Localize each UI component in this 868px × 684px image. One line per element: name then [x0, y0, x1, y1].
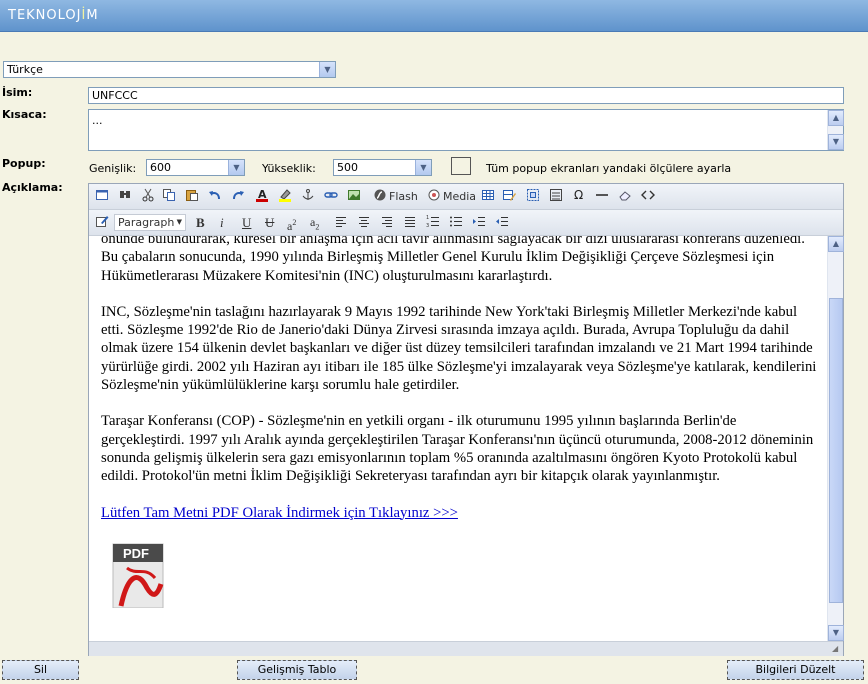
highlight-icon[interactable]	[278, 188, 292, 205]
scroll-up-icon[interactable]: ▲	[828, 236, 844, 252]
editor-vertical-scrollbar[interactable]: ▲ ▼	[827, 236, 844, 641]
content-paragraph: önünde bulundurarak, küresel bir anlaşma…	[101, 236, 805, 284]
width-label: Genişlik:	[89, 162, 137, 175]
cut-icon[interactable]	[141, 188, 155, 205]
width-select[interactable]: 600 ▼	[146, 159, 245, 176]
strikethrough-icon[interactable]: U	[265, 214, 274, 231]
pdf-download-link[interactable]: Lütfen Tam Metni PDF Olarak İndirmek içi…	[101, 505, 458, 521]
content-paragraph: Taraşar Konferansı (COP) - Sözleşme'nin …	[101, 413, 814, 485]
short-textarea[interactable]: ... ▲ ▼	[88, 109, 844, 151]
name-input[interactable]: UNFCCC	[88, 87, 844, 104]
chevron-down-icon: ▼	[415, 160, 431, 175]
name-label: İsim:	[2, 86, 33, 99]
language-select-value: Türkçe	[7, 63, 43, 76]
editor-resize-bar[interactable]: ◢	[89, 641, 843, 656]
visual-aid-icon[interactable]	[526, 188, 540, 205]
horizontal-rule-icon[interactable]	[595, 188, 609, 205]
undo-icon[interactable]	[208, 188, 222, 205]
chevron-down-icon: ▼	[319, 62, 335, 77]
styles-icon[interactable]	[95, 214, 109, 231]
table-edit-icon[interactable]	[502, 188, 516, 205]
layer-icon[interactable]	[549, 188, 563, 205]
popup-label: Popup:	[2, 157, 46, 170]
language-select[interactable]: Türkçe ▼	[3, 61, 336, 78]
table-icon[interactable]	[481, 188, 495, 205]
short-textarea-value: ...	[92, 114, 103, 127]
format-select[interactable]: Paragraph ▼	[114, 214, 186, 231]
pdf-icon[interactable]: PDF	[107, 537, 169, 609]
scroll-down-icon[interactable]: ▼	[828, 625, 844, 641]
indent-icon[interactable]	[472, 214, 486, 231]
subscript-icon[interactable]: a2	[310, 214, 319, 231]
logo: TEKNOLOJİM	[8, 8, 99, 23]
pdf-icon-text: PDF	[123, 545, 149, 561]
flash-button[interactable]: Flash	[373, 188, 418, 205]
width-select-value: 600	[150, 161, 171, 174]
align-left-icon[interactable]	[334, 214, 348, 231]
header-bar: TEKNOLOJİM	[0, 0, 868, 32]
special-char-icon[interactable]: Ω	[572, 188, 586, 205]
media-icon	[428, 189, 440, 201]
flash-icon	[374, 189, 386, 201]
link-icon[interactable]	[324, 188, 338, 205]
superscript-icon[interactable]: a2	[287, 214, 296, 233]
chevron-down-icon: ▼	[176, 218, 182, 226]
align-justify-icon[interactable]	[403, 214, 417, 231]
scroll-down-icon[interactable]: ▼	[828, 134, 844, 150]
description-label: Açıklama:	[2, 181, 63, 194]
flash-label: Flash	[389, 190, 418, 203]
media-label: Media	[443, 190, 477, 203]
scroll-up-icon[interactable]: ▲	[828, 110, 844, 126]
delete-button[interactable]: Sil	[2, 660, 79, 680]
anchor-icon[interactable]	[301, 188, 315, 205]
source-code-icon[interactable]	[641, 188, 655, 205]
bold-icon[interactable]: B	[196, 214, 205, 231]
editor-toolbar-1: A Flash Media Ω	[89, 184, 843, 210]
svg-text:Ω: Ω	[574, 188, 583, 202]
content-paragraph: INC, Sözleşme'nin taslağını hazırlayarak…	[101, 303, 817, 394]
align-right-icon[interactable]	[380, 214, 394, 231]
editor-toolbar-2: Paragraph ▼ B i U U a2 a2 31	[89, 210, 843, 236]
eraser-icon[interactable]	[618, 188, 632, 205]
image-icon[interactable]	[347, 188, 361, 205]
rich-text-editor[interactable]: A Flash Media Ω Paragraph ▼ B i U U a2 a…	[88, 183, 844, 656]
outdent-icon[interactable]	[495, 214, 509, 231]
copy-icon[interactable]	[162, 188, 176, 205]
italic-icon[interactable]: i	[220, 214, 224, 231]
height-label: Yükseklik:	[262, 162, 316, 175]
media-button[interactable]: Media	[427, 188, 476, 205]
unordered-list-icon[interactable]	[449, 214, 463, 231]
new-document-icon[interactable]	[95, 188, 109, 205]
advanced-table-button[interactable]: Gelişmiş Tablo	[237, 660, 357, 680]
ordered-list-icon[interactable]: 31	[426, 214, 440, 231]
underline-icon[interactable]: U	[242, 214, 251, 231]
height-select-value: 500	[337, 161, 358, 174]
height-select[interactable]: 500 ▼	[333, 159, 432, 176]
svg-text:1: 1	[426, 215, 429, 221]
font-color-icon[interactable]: A	[255, 188, 269, 205]
resize-grip-icon[interactable]: ◢	[832, 644, 838, 653]
find-icon[interactable]	[118, 188, 132, 205]
update-info-button[interactable]: Bilgileri Düzelt	[727, 660, 864, 680]
align-center-icon[interactable]	[357, 214, 371, 231]
apply-all-checkbox[interactable]	[451, 157, 471, 175]
svg-text:3: 3	[426, 223, 429, 228]
redo-icon[interactable]	[231, 188, 245, 205]
short-scrollbar[interactable]: ▲ ▼	[827, 110, 844, 150]
chevron-down-icon: ▼	[228, 160, 244, 175]
scroll-thumb[interactable]	[829, 298, 843, 603]
paste-icon[interactable]	[185, 188, 199, 205]
short-label: Kısaca:	[2, 108, 47, 121]
editor-content[interactable]: önünde bulundurarak, küresel bir anlaşma…	[89, 236, 827, 641]
apply-all-label: Tüm popup ekranları yandaki ölçülere aya…	[486, 162, 732, 175]
format-select-value: Paragraph	[118, 216, 175, 229]
